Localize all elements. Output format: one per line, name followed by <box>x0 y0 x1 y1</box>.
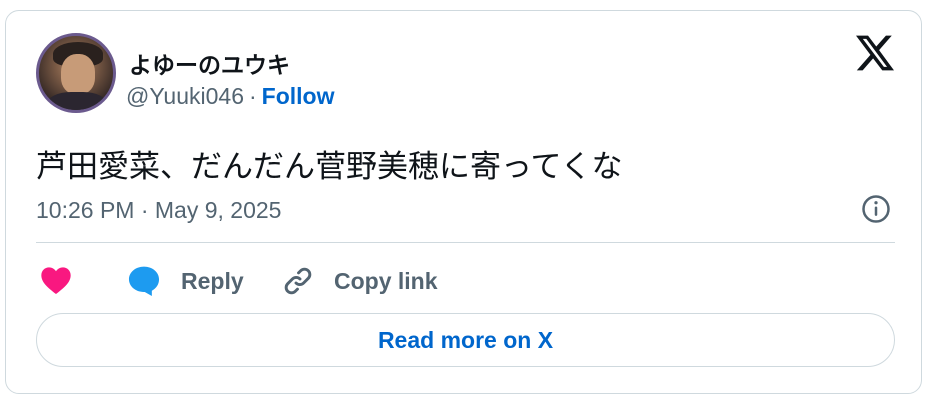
embedded-post-card: よゆーのユウキ @Yuuki046 · Follow 芦田愛菜、だんだん菅野美穂に寄… <box>5 10 922 394</box>
copy-link-label: Copy link <box>334 267 438 294</box>
author-display-name[interactable]: よゆーのユウキ <box>129 46 290 80</box>
x-logo-icon[interactable] <box>856 35 894 71</box>
info-icon[interactable] <box>861 194 891 224</box>
avatar[interactable] <box>36 33 116 113</box>
post-text: 芦田愛菜、だんだん菅野美穂に寄ってくな <box>36 149 623 184</box>
avatar-face <box>61 54 95 94</box>
post-timestamp[interactable]: 10:26 PM · May 9, 2025 <box>36 197 281 224</box>
read-more-button[interactable]: Read more on X <box>36 313 895 367</box>
divider <box>36 242 895 243</box>
copy-link-button[interactable]: Copy link <box>282 263 438 299</box>
author-handle[interactable]: @Yuuki046 <box>126 83 244 109</box>
read-more-label: Read more on X <box>377 326 554 353</box>
avatar-shoulder <box>47 92 107 110</box>
heart-icon[interactable] <box>40 265 72 295</box>
speech-bubble-icon <box>128 266 160 297</box>
reply-button[interactable]: Reply <box>127 263 244 299</box>
link-icon <box>284 267 312 295</box>
author-handle-row: @Yuuki046 · Follow <box>126 83 335 110</box>
handle-separator: · <box>249 83 257 109</box>
reply-label: Reply <box>181 267 244 294</box>
follow-link[interactable]: Follow <box>262 83 335 109</box>
